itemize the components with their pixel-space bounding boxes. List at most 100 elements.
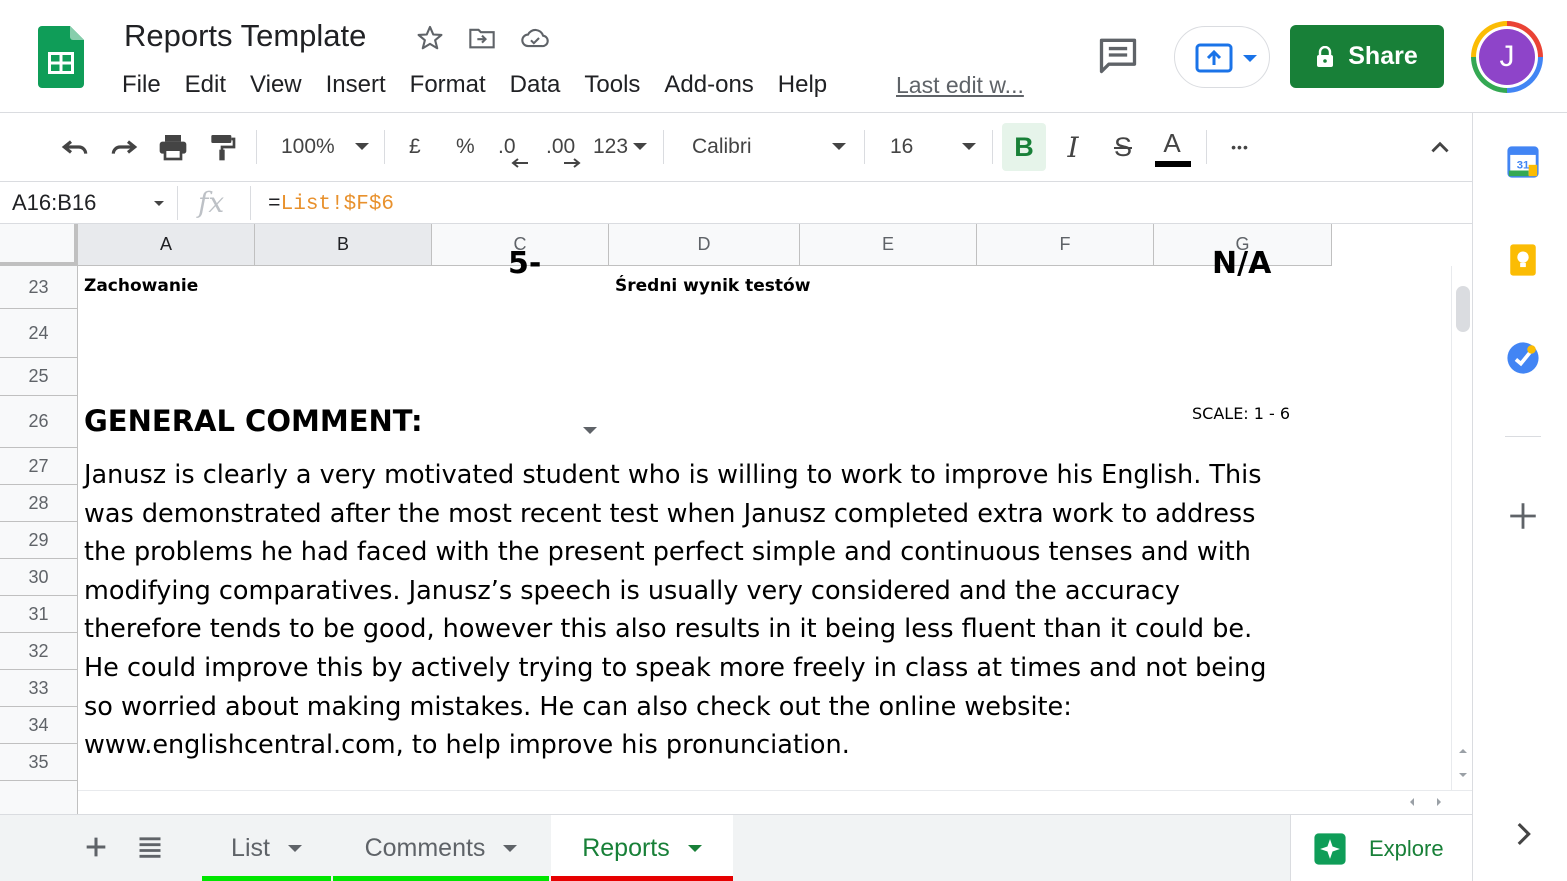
explore-button[interactable]: Explore	[1290, 815, 1472, 881]
collapse-menus-icon[interactable]	[1423, 130, 1457, 164]
column-header-d[interactable]: D	[609, 224, 800, 266]
row-header-23[interactable]: 23	[0, 266, 78, 309]
row-header-33[interactable]: 33	[0, 670, 78, 707]
row-header-25[interactable]: 25	[0, 358, 78, 396]
font-size-select[interactable]: 16	[890, 133, 913, 161]
row-header-31[interactable]: 31	[0, 596, 78, 633]
all-sheets-icon[interactable]	[136, 833, 164, 861]
chevron-down-icon[interactable]	[355, 143, 369, 150]
paint-format-icon[interactable]	[205, 130, 239, 164]
side-panel: 31	[1472, 113, 1567, 881]
chevron-down-icon[interactable]	[633, 143, 647, 150]
scroll-left-icon[interactable]	[1405, 795, 1419, 809]
column-header-e[interactable]: E	[800, 224, 977, 266]
chevron-down-icon[interactable]	[503, 845, 518, 852]
get-addons-icon[interactable]	[1506, 499, 1540, 533]
chevron-down-icon[interactable]	[832, 143, 846, 150]
cell-d23[interactable]: Średni wynik testów	[615, 276, 810, 296]
row-header-28[interactable]: 28	[0, 485, 78, 522]
offscreen-columns	[1332, 266, 1451, 790]
percent-format-button[interactable]: %	[456, 133, 475, 161]
menu-addons[interactable]: Add-ons	[652, 68, 765, 102]
star-icon[interactable]	[416, 24, 444, 52]
comment-history-icon[interactable]	[1096, 33, 1140, 77]
column-header-f[interactable]: F	[977, 224, 1154, 266]
chevron-right-icon[interactable]	[1506, 817, 1540, 851]
sheet-tab-reports[interactable]: Reports	[551, 815, 733, 881]
sheet-tab-label: Reports	[582, 834, 670, 862]
row-header-29[interactable]: 29	[0, 522, 78, 559]
account-avatar[interactable]: J	[1471, 21, 1543, 93]
cell-g23[interactable]: N/A	[1212, 246, 1271, 281]
row-header-30[interactable]: 30	[0, 559, 78, 596]
row-header-27[interactable]: 27	[0, 448, 78, 485]
keep-icon[interactable]	[1506, 243, 1540, 277]
menu-format[interactable]: Format	[398, 68, 498, 102]
share-button[interactable]: Share	[1290, 25, 1444, 88]
arrow-left-icon	[511, 158, 528, 168]
row-header-32[interactable]: 32	[0, 633, 78, 670]
scroll-down-icon[interactable]	[1456, 768, 1470, 782]
currency-format-button[interactable]: £	[409, 133, 421, 161]
menu-view[interactable]: View	[238, 68, 314, 102]
arrow-right-icon	[564, 158, 581, 168]
vertical-scrollbar[interactable]	[1451, 266, 1472, 790]
row-header-34[interactable]: 34	[0, 707, 78, 744]
print-icon[interactable]	[156, 130, 190, 164]
chevron-down-icon[interactable]	[154, 201, 164, 206]
zoom-select[interactable]: 100%	[281, 133, 335, 161]
cell-c23[interactable]: 5-	[508, 246, 541, 281]
document-title[interactable]: Reports Template	[124, 18, 366, 54]
toolbar-divider	[1206, 130, 1207, 164]
font-family-select[interactable]: Calibri	[692, 133, 752, 161]
select-all-corner[interactable]	[0, 224, 78, 266]
cloud-saved-icon[interactable]	[520, 24, 549, 52]
calendar-icon[interactable]: 31	[1506, 145, 1540, 179]
last-edit-link[interactable]: Last edit w...	[896, 68, 1024, 102]
bold-button[interactable]: B	[1002, 123, 1046, 171]
add-sheet-icon[interactable]	[82, 833, 110, 861]
cells-area[interactable]: Zachowanie 5- Średni wynik testów N/A GE…	[78, 246, 1332, 790]
sheets-logo-icon[interactable]	[38, 26, 84, 88]
scroll-up-icon[interactable]	[1456, 744, 1470, 758]
menu-data[interactable]: Data	[498, 68, 573, 102]
row-header-24[interactable]: 24	[0, 309, 78, 358]
name-box[interactable]: A16:B16	[12, 188, 96, 218]
text-color-button[interactable]: A	[1155, 126, 1189, 160]
strikethrough-button[interactable]: S	[1106, 130, 1140, 164]
chevron-down-icon[interactable]	[687, 845, 702, 852]
filter-dropdown-icon[interactable]	[583, 427, 597, 434]
move-folder-icon[interactable]	[468, 24, 496, 52]
menu-bar: File Edit View Insert Format Data Tools …	[110, 68, 839, 102]
menu-tools[interactable]: Tools	[572, 68, 652, 102]
cell-scale[interactable]: SCALE: 1 - 6	[1192, 404, 1290, 423]
vertical-scroll-thumb[interactable]	[1456, 286, 1470, 332]
menu-help[interactable]: Help	[766, 68, 839, 102]
more-options-button[interactable]: •••	[1223, 130, 1257, 164]
chevron-down-icon[interactable]	[287, 845, 302, 852]
tasks-icon[interactable]	[1506, 341, 1540, 375]
horizontal-scrollbar[interactable]	[78, 790, 1472, 814]
row-header-35[interactable]: 35	[0, 744, 78, 781]
redo-icon[interactable]	[107, 130, 141, 164]
scroll-right-icon[interactable]	[1432, 795, 1446, 809]
present-button[interactable]	[1174, 26, 1270, 88]
chevron-down-icon[interactable]	[962, 143, 976, 150]
row-header-26[interactable]: 26	[0, 396, 78, 448]
sheet-tab-list[interactable]: List	[202, 815, 331, 881]
menu-insert[interactable]: Insert	[314, 68, 398, 102]
column-header-a[interactable]: A	[78, 224, 255, 266]
cell-a26-general-comment[interactable]: GENERAL COMMENT:	[84, 404, 423, 438]
undo-icon[interactable]	[58, 130, 92, 164]
more-formats-button[interactable]: 123	[593, 133, 628, 161]
comment-paragraph[interactable]: Janusz is clearly a very motivated stude…	[84, 456, 1314, 765]
toolbar-divider	[256, 130, 257, 164]
menu-edit[interactable]: Edit	[173, 68, 238, 102]
cell-a23[interactable]: Zachowanie	[84, 276, 198, 296]
column-header-b[interactable]: B	[255, 224, 432, 266]
avatar-initial: J	[1479, 29, 1535, 85]
formula-input[interactable]: =List!$F$6	[268, 189, 394, 219]
italic-button[interactable]: I	[1056, 130, 1090, 164]
menu-file[interactable]: File	[110, 68, 173, 102]
sheet-tab-comments[interactable]: Comments	[333, 815, 549, 881]
